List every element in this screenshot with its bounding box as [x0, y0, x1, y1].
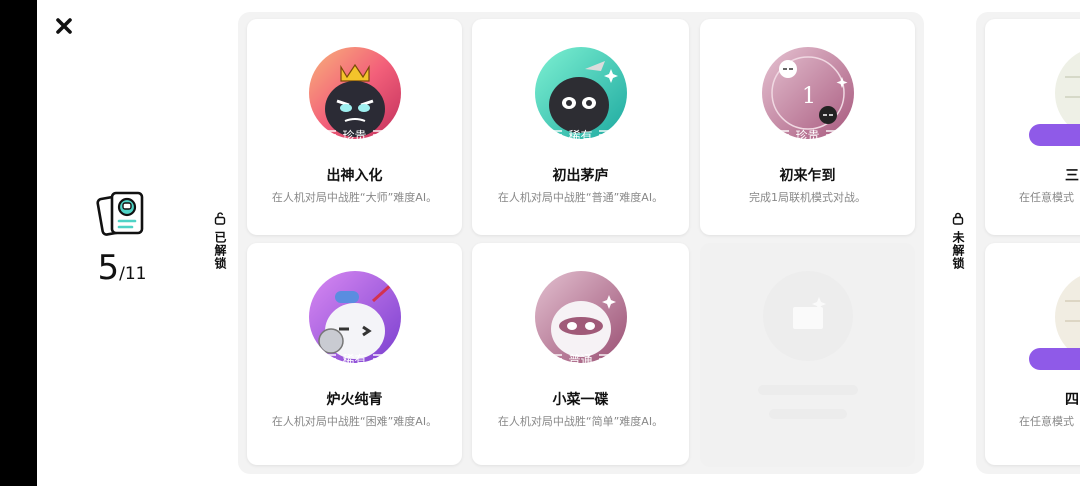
achievement-title: 三 — [1065, 168, 1079, 184]
unlocked-panel: 珍贵 出神入化 在人机对局中战胜“大师”难度AI。 稀有 初出茅庐 在人机对局中… — [238, 12, 924, 474]
total-count: /11 — [119, 264, 147, 284]
achievement-title: 初出茅庐 — [552, 168, 609, 184]
achievement-card-normal[interactable]: 稀有 初出茅庐 在人机对局中战胜“普通”难度AI。 — [472, 19, 689, 235]
svg-text:1: 1 — [802, 84, 816, 109]
placeholder-line — [768, 409, 847, 419]
achievement-desc: 在人机对局中战胜“困难”难度AI。 — [271, 415, 438, 428]
unlocked-count: 5 — [97, 248, 120, 288]
achievement-desc: 在人机对局中战胜“大师”难度AI。 — [271, 191, 438, 204]
placeholder-image-icon — [762, 271, 853, 361]
achievement-title: 初来乍到 — [779, 168, 836, 184]
rarity-badge: 稀有 — [518, 124, 644, 146]
rarity-badge: 珍贵 — [745, 124, 871, 146]
card-collection-icon — [94, 190, 150, 240]
lock-icon — [952, 212, 964, 225]
close-icon[interactable] — [53, 15, 75, 37]
achievement-card-hard[interactable]: 稀有 炉火纯青 在人机对局中战胜“困难”难度AI。 — [247, 243, 462, 465]
locked-card[interactable]: 四 在任意模式 — [985, 243, 1080, 465]
locked-panel: 三 在任意模式 四 在任意模式 — [976, 12, 1080, 474]
empty-achievement-slot — [700, 243, 915, 467]
achievement-screen: 5/11 已解锁 珍贵 出神入化 在人机对局中战胜“大师”难度AI。 稀有 初出… — [37, 0, 1080, 486]
achievement-desc: 完成1局联机模式对战。 — [749, 191, 866, 204]
achievement-progress: 5/11 — [77, 190, 167, 288]
achievement-card-easy[interactable]: 普通 小菜一碟 在人机对局中战胜“简单”难度AI。 — [472, 243, 689, 465]
rarity-badge: 稀有 — [292, 348, 418, 370]
achievement-title: 四 — [1065, 392, 1079, 408]
achievement-title: 出神入化 — [326, 168, 383, 184]
unlock-icon — [214, 212, 226, 225]
rarity-badge — [1029, 348, 1080, 370]
rarity-badge — [1029, 124, 1080, 146]
achievement-desc: 在人机对局中战胜“普通”难度AI。 — [497, 191, 664, 204]
rarity-badge: 珍贵 — [292, 124, 418, 146]
locked-section-label: 未解锁 — [948, 212, 968, 270]
unlocked-section-label: 已解锁 — [210, 212, 230, 270]
achievement-desc: 在任意模式 — [1019, 415, 1074, 428]
locked-card[interactable]: 三 在任意模式 — [985, 19, 1080, 235]
rarity-badge: 普通 — [518, 348, 644, 370]
achievement-title: 炉火纯青 — [326, 392, 383, 408]
achievement-card-first-online[interactable]: 1 珍贵 初来乍到 完成1局联机模式对战。 — [700, 19, 915, 235]
achievement-card-master[interactable]: 珍贵 出神入化 在人机对局中战胜“大师”难度AI。 — [247, 19, 462, 235]
placeholder-line — [757, 385, 858, 395]
achievement-desc: 在人机对局中战胜“简单”难度AI。 — [497, 415, 664, 428]
achievement-title: 小菜一碟 — [552, 392, 609, 408]
achievement-desc: 在任意模式 — [1019, 191, 1074, 204]
